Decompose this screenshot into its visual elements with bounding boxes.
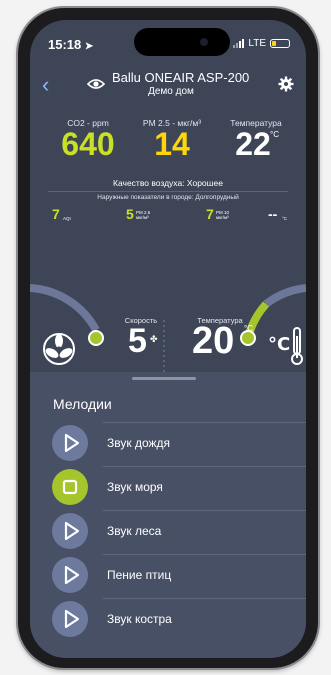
play-button[interactable] xyxy=(52,513,88,549)
outdoor-title: Наружные показатели в городе: Долгопрудн… xyxy=(97,194,239,201)
fan-icon[interactable] xyxy=(42,332,76,366)
play-button[interactable] xyxy=(52,601,88,637)
back-chevron-icon[interactable]: ‹ xyxy=(42,74,49,96)
divider xyxy=(103,554,306,555)
air-quality-text: Качество воздуха: Хорошее xyxy=(113,178,223,188)
outdoor-pm25-value: 5 xyxy=(126,206,134,222)
melodies-title: Мелодии xyxy=(53,396,112,412)
divider xyxy=(48,191,288,192)
play-button[interactable] xyxy=(52,557,88,593)
play-icon xyxy=(64,565,80,585)
melody-label: Звук дождя xyxy=(107,436,171,450)
location-arrow-icon: ➤ xyxy=(84,41,94,52)
thermometer-icon[interactable]: °C xyxy=(268,324,304,368)
outdoor-pm10-unit: PM 10 мкг/м³ xyxy=(216,210,230,220)
play-icon xyxy=(64,521,80,541)
gear-icon[interactable] xyxy=(278,76,294,92)
outdoor-pm10-value: 7 xyxy=(206,206,214,222)
melody-label: Пение птиц xyxy=(107,568,172,582)
temperature-unit: °C xyxy=(270,130,279,139)
outdoor-aqi-value: 7 xyxy=(52,206,60,222)
control-temp-unit: °C xyxy=(244,324,253,333)
status-indicators: LTE xyxy=(233,38,290,49)
battery-icon xyxy=(270,39,290,48)
pm25-value: 14 xyxy=(154,126,190,162)
melody-item-birds[interactable]: Пение птиц xyxy=(30,554,306,598)
status-time: 15:18 ➤ xyxy=(48,37,94,52)
outdoor-pm25-unit: PM 2.5 мкг/м³ xyxy=(136,210,151,220)
co2-value: 640 xyxy=(61,126,115,162)
divider xyxy=(103,466,306,467)
melody-label: Звук костра xyxy=(107,612,172,626)
svg-text:°C: °C xyxy=(268,334,290,355)
divider xyxy=(103,510,306,511)
melody-label: Звук леса xyxy=(107,524,162,538)
sheet-handle[interactable] xyxy=(132,377,196,380)
divider xyxy=(103,422,306,423)
play-icon xyxy=(64,433,80,453)
play-icon xyxy=(64,609,80,629)
melody-item-rain[interactable]: Звук дождя xyxy=(30,422,306,466)
speed-dial-handle[interactable] xyxy=(88,330,104,346)
signal-icon xyxy=(233,39,245,48)
stop-button[interactable] xyxy=(52,469,88,505)
stop-icon xyxy=(62,479,78,495)
melody-item-campfire[interactable]: Звук костра xyxy=(30,598,306,642)
control-temp-value: 20 xyxy=(192,320,235,362)
app-screen: 15:18 ➤ LTE ‹ Ballu ONEAIR ASP-200 Демо … xyxy=(30,20,306,658)
dynamic-island xyxy=(134,28,230,56)
network-type: LTE xyxy=(248,38,266,49)
fan-small-icon: ✤ xyxy=(150,334,158,344)
melody-label: Звук моря xyxy=(107,480,163,494)
melodies-sheet: Мелодии Звук дождя Звук моря Звук леса П… xyxy=(30,372,306,658)
home-name: Демо дом xyxy=(148,86,194,97)
temp-dial-handle[interactable] xyxy=(240,330,256,346)
divider xyxy=(103,598,306,599)
outdoor-aqi-unit: AQI xyxy=(63,216,71,221)
eye-icon[interactable] xyxy=(87,78,105,90)
speed-value: 5 xyxy=(128,322,147,360)
play-button[interactable] xyxy=(52,425,88,461)
melody-item-forest[interactable]: Звук леса xyxy=(30,510,306,554)
outdoor-temp-value: -- xyxy=(268,206,278,222)
outdoor-temp-unit: °C xyxy=(282,216,288,221)
melody-item-sea[interactable]: Звук моря xyxy=(30,466,306,510)
temp-dial-track xyxy=(263,284,306,308)
speed-dial-track xyxy=(30,284,100,332)
device-title: Ballu ONEAIR ASP-200 xyxy=(112,70,250,85)
